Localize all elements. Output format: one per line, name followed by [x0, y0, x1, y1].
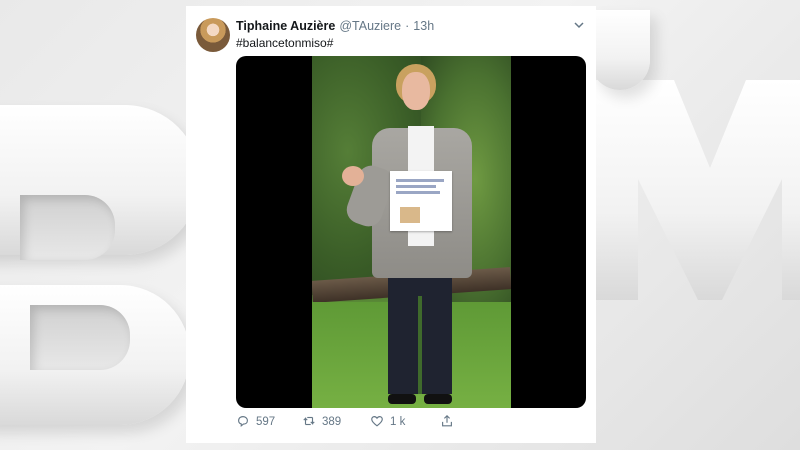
- reply-icon: [236, 414, 250, 431]
- paper-text-line: [396, 191, 440, 194]
- person-shoe: [424, 394, 452, 404]
- retweet-icon: [302, 414, 316, 431]
- avatar[interactable]: [196, 18, 230, 52]
- reply-button[interactable]: 597: [236, 414, 302, 431]
- reply-count: 597: [256, 416, 276, 428]
- person-leg-gap: [418, 296, 422, 394]
- chevron-down-icon[interactable]: [572, 18, 586, 32]
- like-button[interactable]: 1 k: [370, 414, 440, 431]
- author-handle[interactable]: @TAuziere: [339, 19, 401, 33]
- retweet-count: 389: [322, 416, 342, 428]
- retweet-button[interactable]: 389: [302, 414, 370, 431]
- tweet-header: Tiphaine Auzière @TAuziere · 13h: [236, 17, 586, 35]
- author-name[interactable]: Tiphaine Auzière: [236, 19, 335, 33]
- separator-dot: ·: [405, 19, 410, 33]
- tweet-text: #balancetonmiso#: [236, 36, 334, 50]
- watermark-letter-shape: [590, 80, 800, 300]
- tweet-timestamp[interactable]: 13h: [413, 19, 434, 33]
- person-shoe: [388, 394, 416, 404]
- watermark-letter-shape: [20, 195, 115, 260]
- heart-icon: [370, 414, 384, 431]
- person-hand: [342, 166, 364, 186]
- paper-text-line: [396, 179, 444, 182]
- watermark-letter-shape: [590, 10, 650, 90]
- share-icon: [440, 414, 454, 431]
- paper-text-line: [396, 185, 436, 188]
- share-button[interactable]: [440, 414, 454, 431]
- held-paper: [390, 171, 452, 231]
- person-face: [402, 72, 430, 110]
- video-player[interactable]: [236, 56, 586, 408]
- paper-photo: [400, 207, 420, 223]
- tweet-actions: 597 389 1 k: [236, 411, 586, 433]
- video-frame: [312, 56, 511, 408]
- like-count: 1 k: [390, 416, 406, 428]
- tweet-card: Tiphaine Auzière @TAuziere · 13h #balanc…: [186, 6, 596, 443]
- watermark-letter-shape: [30, 305, 130, 370]
